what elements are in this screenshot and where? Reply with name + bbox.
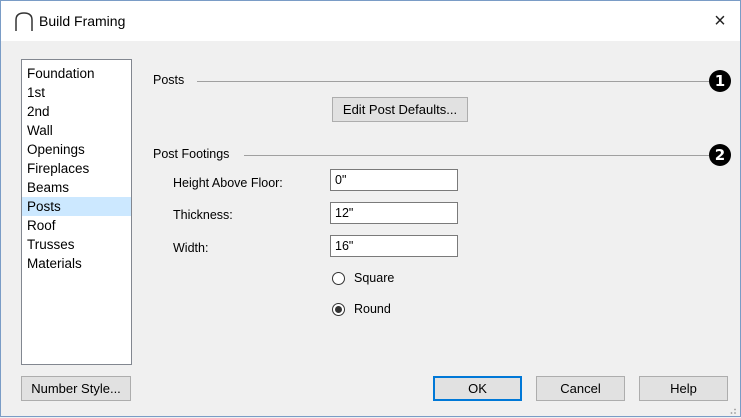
category-item-fireplaces[interactable]: Fireplaces bbox=[22, 159, 131, 178]
height-above-floor-input[interactable] bbox=[330, 169, 458, 191]
callout-marker-2: 2 bbox=[709, 144, 731, 166]
category-item-wall[interactable]: Wall bbox=[22, 121, 131, 140]
category-item-roof[interactable]: Roof bbox=[22, 216, 131, 235]
callout-marker-1: 1 bbox=[709, 70, 731, 92]
edit-post-defaults-button[interactable]: Edit Post Defaults... bbox=[332, 97, 468, 122]
title-bar[interactable]: Build Framing × bbox=[1, 1, 740, 41]
build-framing-dialog: Build Framing × Foundation 1st 2nd Wall Open… bbox=[0, 0, 741, 417]
round-radio-label[interactable]: Round bbox=[354, 302, 391, 316]
post-footings-group-label: Post Footings bbox=[153, 147, 230, 161]
posts-separator bbox=[197, 81, 709, 82]
category-item-posts[interactable]: Posts bbox=[22, 197, 131, 216]
square-radio-label[interactable]: Square bbox=[354, 271, 394, 285]
width-input[interactable] bbox=[330, 235, 458, 257]
category-item-foundation[interactable]: Foundation bbox=[22, 64, 131, 83]
radio-selected-dot bbox=[335, 306, 342, 313]
post-footings-separator bbox=[244, 155, 709, 156]
close-icon[interactable]: × bbox=[706, 7, 734, 35]
cancel-button[interactable]: Cancel bbox=[536, 376, 625, 401]
category-item-materials[interactable]: Materials bbox=[22, 254, 131, 273]
thickness-label: Thickness: bbox=[173, 208, 233, 222]
category-item-1st[interactable]: 1st bbox=[22, 83, 131, 102]
thickness-input[interactable] bbox=[330, 202, 458, 224]
category-item-2nd[interactable]: 2nd bbox=[22, 102, 131, 121]
round-radio[interactable] bbox=[332, 303, 345, 316]
posts-group-label: Posts bbox=[153, 73, 185, 87]
number-style-button[interactable]: Number Style... bbox=[21, 376, 131, 401]
resize-grip-icon[interactable] bbox=[727, 403, 737, 414]
help-button[interactable]: Help bbox=[639, 376, 728, 401]
ok-button[interactable]: OK bbox=[433, 376, 522, 401]
height-above-floor-label: Height Above Floor: bbox=[173, 176, 283, 190]
window-title: Build Framing bbox=[39, 13, 126, 29]
category-item-beams[interactable]: Beams bbox=[22, 178, 131, 197]
category-item-trusses[interactable]: Trusses bbox=[22, 235, 131, 254]
square-radio[interactable] bbox=[332, 272, 345, 285]
category-list[interactable]: Foundation 1st 2nd Wall Openings Fireplaces Be… bbox=[21, 59, 132, 365]
width-label: Width: bbox=[173, 241, 209, 255]
category-item-openings[interactable]: Openings bbox=[22, 140, 131, 159]
framing-arc-icon bbox=[13, 10, 35, 32]
